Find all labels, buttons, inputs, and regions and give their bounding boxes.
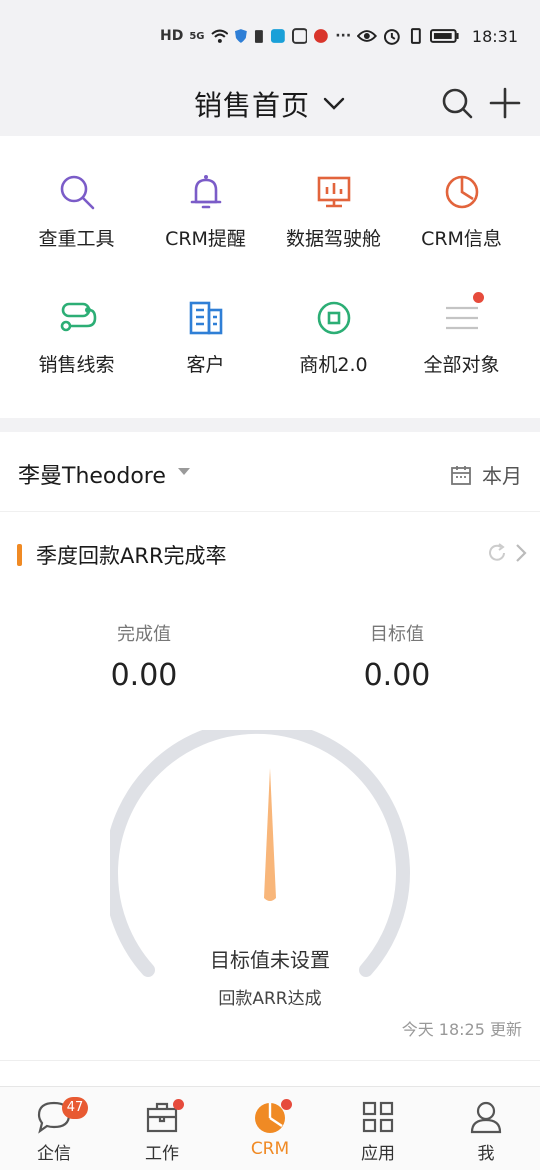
grid-icon xyxy=(362,1101,394,1133)
refresh-icon[interactable] xyxy=(486,542,508,564)
quick-action-opportunity[interactable]: 商机2.0 xyxy=(266,298,401,377)
card-title: 季度回款ARR完成率 xyxy=(36,544,227,568)
arr-completion-card: 季度回款ARR完成率 完成值 0.00 目标值 0.00 目标值未设置 回款AR… xyxy=(0,512,540,1060)
completed-metric: 完成值 0.00 xyxy=(64,620,224,693)
notification-dot xyxy=(473,292,484,303)
status-bar: HD 5G ··· 18:31 xyxy=(0,0,540,72)
owner-filter-bar: 李曼Theodore 本月 xyxy=(0,432,540,512)
shield-icon xyxy=(235,29,248,43)
quick-action-label: 全部对象 xyxy=(423,354,500,376)
coin-icon xyxy=(317,301,350,335)
owner-selector[interactable]: 李曼Theodore xyxy=(18,458,166,490)
target-metric: 目标值 0.00 xyxy=(317,620,477,693)
quick-action-label: 销售线索 xyxy=(38,354,115,376)
tab-label: 企信 xyxy=(37,1144,71,1164)
chevron-down-icon[interactable] xyxy=(322,92,346,116)
tab-messages[interactable]: 47 企信 xyxy=(0,1097,108,1164)
target-label: 目标值 xyxy=(370,624,424,645)
title-accent-bar xyxy=(17,544,22,566)
app-header: 销售首页 xyxy=(0,72,540,136)
clock-icon xyxy=(445,175,478,209)
tab-work[interactable]: 工作 xyxy=(108,1099,216,1164)
period-label: 本月 xyxy=(482,464,522,488)
battery-small-icon xyxy=(255,30,263,43)
hd-icon: HD xyxy=(159,28,184,44)
page-title[interactable]: 销售首页 xyxy=(194,84,310,124)
tab-label: 我 xyxy=(477,1144,495,1164)
add-icon[interactable] xyxy=(488,86,522,120)
quick-action-duplicate-check[interactable]: 查重工具 xyxy=(9,172,144,251)
more-icon: ··· xyxy=(335,28,352,44)
alarm-icon xyxy=(383,29,400,45)
period-selector[interactable]: 本月 xyxy=(450,460,522,489)
eye-icon xyxy=(357,30,377,42)
tab-me[interactable]: 我 xyxy=(432,1099,540,1164)
clock-time: 18:31 xyxy=(471,26,518,46)
tab-label: 应用 xyxy=(361,1144,395,1164)
quick-action-label: CRM信息 xyxy=(421,228,502,250)
calendar-icon xyxy=(451,465,471,485)
menu-icon xyxy=(445,306,478,330)
user-icon xyxy=(470,1101,502,1134)
notification-dot xyxy=(281,1099,292,1110)
notification-dot xyxy=(173,1099,184,1110)
quick-actions-panel: 查重工具 CRM提醒 数据驾驶舱 CRM信息 销售线索 客户 商机2.0 全部对… xyxy=(0,136,540,418)
quick-action-customers[interactable]: 客户 xyxy=(138,298,273,377)
unread-badge: 47 xyxy=(62,1097,88,1119)
quick-action-label: CRM提醒 xyxy=(165,228,246,250)
route-icon xyxy=(60,302,96,332)
app-icon xyxy=(291,28,308,44)
tab-crm[interactable]: CRM xyxy=(216,1099,324,1159)
wifi-icon xyxy=(210,29,228,43)
quick-action-label: 查重工具 xyxy=(38,228,115,250)
quick-action-data-cockpit[interactable]: 数据驾驶舱 xyxy=(266,172,401,251)
signal-icon: 5G xyxy=(189,30,205,42)
app-icon xyxy=(314,29,329,43)
completed-value: 0.00 xyxy=(110,658,178,693)
gauge-track xyxy=(110,730,410,977)
bell-icon xyxy=(190,175,221,209)
battery-icon xyxy=(430,29,459,43)
tab-label: CRM xyxy=(250,1139,290,1159)
quick-action-crm-info[interactable]: CRM信息 xyxy=(394,172,529,251)
updated-time: 今天 18:25 更新 xyxy=(401,1020,522,1039)
quick-action-label: 数据驾驶舱 xyxy=(285,228,381,250)
search-icon xyxy=(60,175,94,210)
quick-action-crm-reminder[interactable]: CRM提醒 xyxy=(138,172,273,251)
vibrate-icon xyxy=(410,28,421,44)
search-icon[interactable] xyxy=(440,86,474,120)
tab-apps[interactable]: 应用 xyxy=(324,1099,432,1164)
gauge-caption: 回款ARR达成 xyxy=(218,989,322,1009)
target-value: 0.00 xyxy=(363,658,431,693)
chevron-right-icon[interactable] xyxy=(512,542,530,564)
gauge-status: 目标值未设置 xyxy=(210,948,330,972)
bottom-tab-bar: 47 企信 工作 CRM 应用 我 xyxy=(0,1086,540,1170)
completed-label: 完成值 xyxy=(117,624,171,645)
building-icon xyxy=(189,301,222,335)
tab-label: 工作 xyxy=(145,1144,179,1164)
app-icon xyxy=(270,29,285,43)
quick-action-sales-leads[interactable]: 销售线索 xyxy=(9,298,144,377)
dashboard-icon xyxy=(317,176,350,208)
quick-action-label: 商机2.0 xyxy=(299,354,368,376)
quick-action-label: 客户 xyxy=(186,354,225,376)
next-card-peek xyxy=(0,1060,540,1086)
quick-action-all-objects[interactable]: 全部对象 xyxy=(394,292,529,377)
caret-down-icon[interactable] xyxy=(178,468,190,475)
gauge-needle xyxy=(264,768,276,901)
